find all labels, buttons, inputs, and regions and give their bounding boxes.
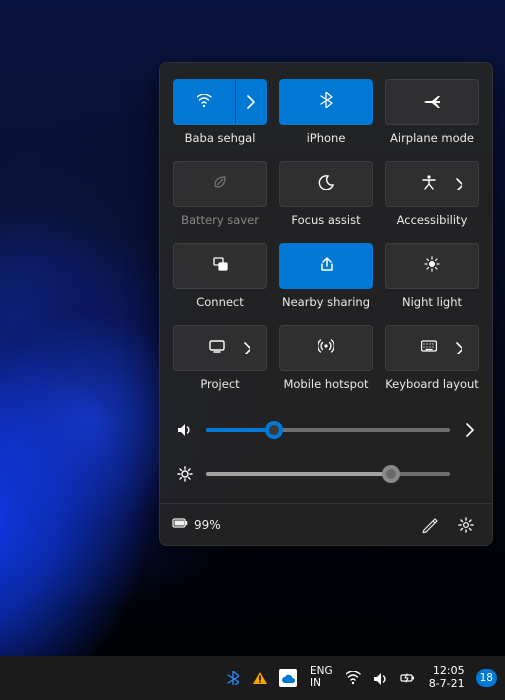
taskbar: ENG IN 12:05 8-7-21 18 bbox=[0, 656, 505, 700]
quick-settings-tiles: Baba sehgal iPhone Airplane mode Battery… bbox=[160, 79, 492, 407]
tile-label: Airplane mode bbox=[390, 131, 474, 145]
bluetooth-toggle[interactable] bbox=[279, 79, 373, 125]
edit-quick-settings-button[interactable] bbox=[416, 511, 444, 539]
tile-label: Battery saver bbox=[181, 213, 259, 227]
tile-connect: Connect bbox=[173, 243, 267, 319]
moon-icon bbox=[318, 174, 334, 194]
night-light-icon bbox=[424, 256, 440, 276]
nearby-sharing-toggle[interactable] bbox=[279, 243, 373, 289]
tile-wifi: Baba sehgal bbox=[173, 79, 267, 155]
focus-assist-toggle[interactable] bbox=[279, 161, 373, 207]
tile-label: iPhone bbox=[307, 131, 346, 145]
tile-battery-saver: Battery saver bbox=[173, 161, 267, 237]
tray-warning[interactable] bbox=[248, 656, 272, 700]
chevron-right-icon bbox=[242, 342, 250, 354]
notification-count: 18 bbox=[480, 672, 493, 684]
tile-accessibility: Accessibility bbox=[385, 161, 479, 237]
airplane-icon bbox=[424, 92, 441, 113]
tile-label: Baba sehgal bbox=[185, 131, 256, 145]
tile-keyboard-layout: Keyboard layout bbox=[385, 325, 479, 401]
leaf-icon bbox=[212, 174, 228, 194]
hotspot-icon bbox=[318, 338, 334, 358]
tile-project: Project bbox=[173, 325, 267, 401]
keyboard-layout-button[interactable] bbox=[385, 325, 479, 371]
volume-row bbox=[160, 407, 492, 453]
chevron-right-icon bbox=[454, 178, 462, 190]
tile-label: Focus assist bbox=[291, 213, 360, 227]
tile-label: Keyboard layout bbox=[385, 377, 479, 391]
date-text: 8-7-21 bbox=[429, 678, 465, 691]
tile-label: Night light bbox=[402, 295, 462, 309]
wifi-expand[interactable] bbox=[234, 80, 266, 124]
cloud-icon bbox=[279, 669, 297, 687]
wifi-toggle[interactable] bbox=[173, 79, 267, 125]
tile-airplane: Airplane mode bbox=[385, 79, 479, 155]
tray-volume[interactable] bbox=[369, 656, 393, 700]
battery-icon bbox=[172, 515, 188, 534]
accessibility-icon bbox=[421, 174, 437, 194]
tile-night-light: Night light bbox=[385, 243, 479, 319]
brightness-icon bbox=[176, 466, 194, 482]
quick-settings-footer: 99% bbox=[160, 503, 492, 545]
tile-focus-assist: Focus assist bbox=[279, 161, 373, 237]
connect-icon bbox=[212, 256, 228, 276]
language-switcher[interactable]: ENG IN bbox=[304, 666, 339, 689]
project-button[interactable] bbox=[173, 325, 267, 371]
tray-onedrive[interactable] bbox=[275, 656, 301, 700]
taskbar-clock[interactable]: 12:05 8-7-21 bbox=[423, 665, 471, 690]
tray-network[interactable] bbox=[342, 656, 366, 700]
brightness-row bbox=[160, 451, 492, 497]
tile-bluetooth: iPhone bbox=[279, 79, 373, 155]
volume-slider[interactable] bbox=[206, 428, 450, 432]
speaker-icon bbox=[373, 670, 389, 686]
share-icon bbox=[318, 256, 334, 276]
tile-label: Accessibility bbox=[397, 213, 468, 227]
tray-battery[interactable] bbox=[396, 656, 420, 700]
warning-icon bbox=[252, 670, 268, 686]
project-icon bbox=[209, 338, 225, 358]
night-light-toggle[interactable] bbox=[385, 243, 479, 289]
keyboard-icon bbox=[421, 338, 437, 358]
tile-mobile-hotspot: Mobile hotspot bbox=[279, 325, 373, 401]
open-settings-button[interactable] bbox=[452, 511, 480, 539]
connect-button[interactable] bbox=[173, 243, 267, 289]
battery-status[interactable]: 99% bbox=[172, 515, 221, 534]
airplane-toggle[interactable] bbox=[385, 79, 479, 125]
tile-label: Mobile hotspot bbox=[283, 377, 368, 391]
bluetooth-icon bbox=[225, 670, 241, 686]
brightness-slider[interactable] bbox=[206, 472, 450, 476]
tile-nearby-sharing: Nearby sharing bbox=[279, 243, 373, 319]
lang-bottom: IN bbox=[310, 678, 333, 690]
tile-label: Connect bbox=[196, 295, 244, 309]
system-tray: ENG IN 12:05 8-7-21 18 bbox=[221, 656, 499, 700]
tile-label: Project bbox=[200, 377, 239, 391]
volume-expand[interactable] bbox=[462, 423, 476, 437]
battery-charging-icon bbox=[400, 670, 416, 686]
speaker-icon bbox=[176, 422, 194, 438]
notifications-button[interactable]: 18 bbox=[476, 669, 497, 687]
tray-bluetooth[interactable] bbox=[221, 656, 245, 700]
battery-text: 99% bbox=[194, 518, 221, 532]
bluetooth-icon bbox=[320, 92, 333, 112]
quick-settings-panel: Baba sehgal iPhone Airplane mode Battery… bbox=[159, 62, 493, 546]
chevron-right-icon bbox=[454, 342, 462, 354]
battery-saver-toggle[interactable] bbox=[173, 161, 267, 207]
wifi-icon bbox=[346, 670, 362, 686]
mobile-hotspot-toggle[interactable] bbox=[279, 325, 373, 371]
tile-label: Nearby sharing bbox=[282, 295, 370, 309]
accessibility-toggle[interactable] bbox=[385, 161, 479, 207]
